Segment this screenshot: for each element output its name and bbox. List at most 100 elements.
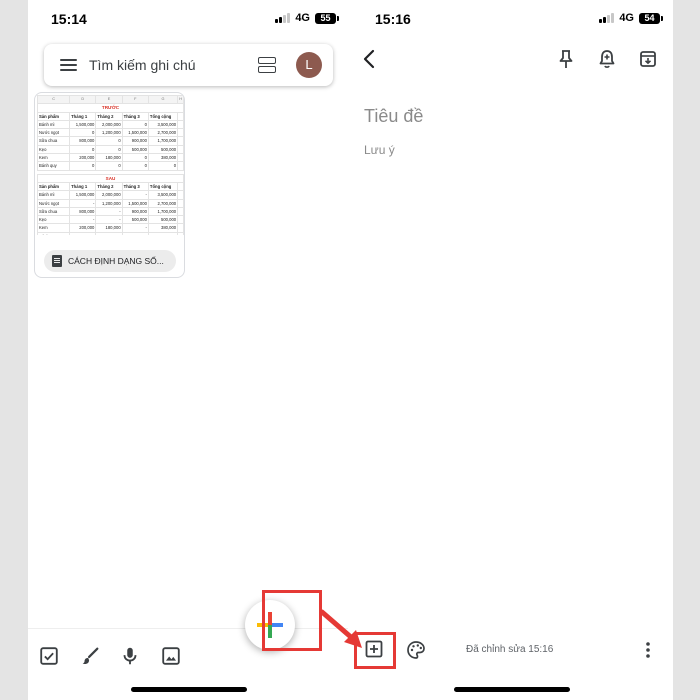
sheet-cell: - <box>69 198 97 208</box>
sheet-row: Bánh mì 1,500,000 2,000,000 0 3,500,000 <box>37 119 184 130</box>
sheet-cell: Tổng cộng <box>147 181 179 192</box>
more-icon[interactable] <box>645 640 651 660</box>
sheet-header-row: Sản phẩm Tháng 1 Tháng 2 Tháng 3 Tổng cộng <box>37 111 184 121</box>
sheet-cell: 1,500,000 <box>69 190 97 200</box>
sheet-cell: 0 <box>121 161 149 171</box>
sheet-cell: D <box>69 95 97 105</box>
sheet-cell: 380,000 <box>147 153 179 163</box>
sheet-cell: 200,000 <box>69 153 97 163</box>
palette-icon[interactable] <box>406 640 426 660</box>
sheet-cell: - <box>95 215 123 225</box>
sheet-cell: 0 <box>95 136 123 146</box>
sheet-cell: Sản phẩm <box>37 181 71 192</box>
home-indicator <box>454 687 570 692</box>
sheet-section-title: SAU <box>37 173 184 183</box>
mic-icon[interactable] <box>119 645 141 667</box>
status-bar: 15:16 4G 54 <box>352 0 672 38</box>
note-card[interactable]: C D E F G H TRƯỚC Sản phẩm Tháng 1 Tháng 2 Tháng 3… <box>34 92 185 278</box>
note-label-text: CÁCH ĐỊNH DẠNG SỐ... <box>68 256 164 266</box>
sheet-cell: Kẹo <box>37 144 71 155</box>
sheet-cell: 1,200,000 <box>95 198 123 208</box>
network-label: 4G <box>619 12 634 24</box>
sheet-cell: F <box>121 95 149 105</box>
avatar[interactable]: L <box>296 52 322 78</box>
battery-icon: 54 <box>639 12 663 24</box>
sheet-title-cell: TRƯỚC <box>37 103 184 113</box>
sheet-cell: 2,700,000 <box>147 128 179 138</box>
menu-icon[interactable] <box>60 59 77 71</box>
sheet-cell: 3,500,000 <box>147 119 179 130</box>
spreadsheet-image: C D E F G H TRƯỚC Sản phẩm Tháng 1 Tháng 2 Tháng 3… <box>37 95 184 235</box>
sheet-cell: Bánh mì <box>37 119 71 130</box>
sheet-row: Sữa chua 800,000 0 900,000 1,700,000 <box>37 136 184 146</box>
sheet-cell: Tháng 1 <box>69 111 97 121</box>
checkbox-icon[interactable] <box>38 645 60 667</box>
sheet-cell: Bánh mì <box>37 190 71 200</box>
background-right <box>673 0 700 700</box>
sheet-row: Nước ngọt 0 1,200,000 1,500,000 2,700,000 <box>37 128 184 138</box>
sheet-cell: Tháng 2 <box>95 181 123 192</box>
sheet-cell: - <box>121 231 149 235</box>
background-left <box>0 0 28 700</box>
sheet-cell <box>177 153 184 163</box>
signal-icon <box>275 13 291 23</box>
sheet-cell: Nước ngọt <box>37 128 71 138</box>
sheet-cell <box>177 181 184 192</box>
battery-icon: 55 <box>315 12 339 24</box>
sheet-cell: 180,000 <box>95 153 123 163</box>
status-time: 15:14 <box>51 11 87 27</box>
image-icon[interactable] <box>160 645 182 667</box>
sheet-cell: 2,700,000 <box>147 198 179 208</box>
sheet-cell: Bánh quy <box>37 231 71 235</box>
sheet-cell: Tháng 2 <box>95 111 123 121</box>
sheet-cell: 0 <box>121 153 149 163</box>
back-icon[interactable] <box>360 48 380 70</box>
sheet-cell: - <box>95 206 123 217</box>
archive-icon[interactable] <box>638 48 658 70</box>
fab-highlight-box <box>262 590 322 651</box>
sheet-cell: 0 <box>69 161 97 171</box>
list-view-icon[interactable] <box>258 57 276 73</box>
reminder-icon[interactable] <box>597 48 617 70</box>
sheet-cell <box>177 206 184 217</box>
sheet-cell: 2,000,000 <box>95 119 123 130</box>
note-label-chip[interactable]: CÁCH ĐỊNH DẠNG SỐ... <box>44 250 176 272</box>
search-bar[interactable]: Tìm kiếm ghi chú L <box>44 44 333 86</box>
sheet-cell: 800,000 <box>69 136 97 146</box>
sheet-cell: 0 <box>69 128 97 138</box>
sheet-row: Bánh mì 1,500,000 2,000,000-3,500,000 <box>37 190 184 200</box>
sheet-cell: 1,500,000 <box>121 128 149 138</box>
home-indicator <box>131 687 247 692</box>
signal-icon <box>599 13 615 23</box>
sheet-cell: 1,700,000 <box>147 206 179 217</box>
sheet-cell: Sữa chua <box>37 136 71 146</box>
status-indicators: 4G 55 <box>275 12 339 24</box>
phone-new-note: 15:16 4G 54 Tiêu đề Lưu ý Đã chỉnh sửa 1… <box>352 0 672 700</box>
sheet-row: Kem 200,000 180,000-380,000 <box>37 223 184 233</box>
sheet-cell: Sản phẩm <box>37 111 71 121</box>
sheet-cell: Tháng 3 <box>121 111 149 121</box>
note-body-input[interactable]: Lưu ý <box>364 143 395 157</box>
sheet-cell: 2,000,000 <box>95 190 123 200</box>
sheet-cell: Kẹo <box>37 215 71 225</box>
sheet-cell: 500,000 <box>121 215 149 225</box>
sheet-cell: 1,500,000 <box>69 119 97 130</box>
sheet-cell: 200,000 <box>69 223 97 233</box>
sheet-cell: 500,000 <box>147 215 179 225</box>
pin-icon[interactable] <box>556 48 576 70</box>
sheet-cell: Nước ngọt <box>37 198 71 208</box>
status-bar: 15:14 4G 55 <box>28 0 348 38</box>
sheet-header-row: Sản phẩm Tháng 1 Tháng 2 Tháng 3 Tổng cộng <box>37 181 184 192</box>
sheet-cell: 500,000 <box>121 144 149 155</box>
sheet-cell: 380,000 <box>147 223 179 233</box>
sheet-cell: - <box>95 231 123 235</box>
sheet-cell: - <box>69 215 97 225</box>
status-indicators: 4G 54 <box>599 12 663 24</box>
sheet-cell: 3,500,000 <box>147 190 179 200</box>
sheet-cell <box>177 111 184 121</box>
note-title-input[interactable]: Tiêu đề <box>364 106 423 127</box>
search-input[interactable]: Tìm kiếm ghi chú <box>89 57 196 73</box>
sheet-cell: Tổng cộng <box>147 111 179 121</box>
brush-icon[interactable] <box>79 645 101 667</box>
sheet-cell <box>177 119 184 130</box>
